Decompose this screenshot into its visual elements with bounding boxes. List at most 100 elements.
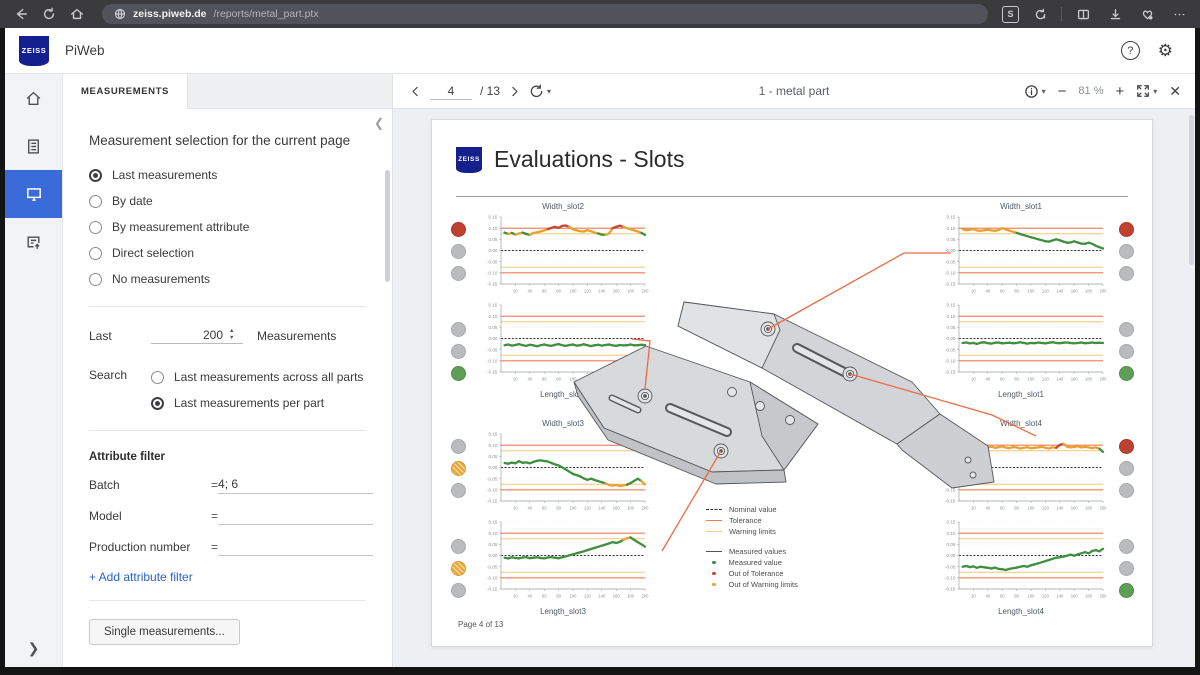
svg-text:60: 60 xyxy=(1000,506,1005,511)
status-dot-gray xyxy=(1119,266,1134,281)
svg-text:20: 20 xyxy=(971,506,976,511)
svg-text:160: 160 xyxy=(1071,594,1079,599)
sync-icon[interactable] xyxy=(1029,3,1051,25)
radio-icon[interactable] xyxy=(89,247,102,260)
info-icon[interactable]: ▾ xyxy=(1024,84,1046,99)
radio-icon[interactable] xyxy=(89,273,102,286)
filter-value-input[interactable] xyxy=(218,475,373,494)
svg-text:20: 20 xyxy=(971,289,976,294)
status-dot-gray xyxy=(451,439,466,454)
measurement-selection-option[interactable]: No measurements xyxy=(89,266,366,292)
chart-legend: Nominal valueToleranceWarning limitsMeas… xyxy=(706,504,798,590)
home-icon[interactable] xyxy=(66,3,88,25)
last-count-input[interactable] xyxy=(151,327,225,343)
chart-pair: Width_slot30.150.100.050.00-0.05-0.10-0.… xyxy=(474,419,652,619)
svg-text:0.05: 0.05 xyxy=(489,237,498,242)
legend-label: Warning limits xyxy=(729,527,776,536)
zoom-out-button[interactable]: − xyxy=(1058,83,1067,100)
favorites-icon[interactable] xyxy=(1136,3,1158,25)
radio-icon[interactable] xyxy=(151,397,164,410)
svg-text:60: 60 xyxy=(542,289,547,294)
canvas-scrollbar[interactable] xyxy=(1189,115,1194,265)
close-report-icon[interactable]: ✕ xyxy=(1169,83,1181,100)
more-menu-icon[interactable] xyxy=(1168,3,1190,25)
legend-item: Tolerance xyxy=(706,515,798,526)
status-dot-gray xyxy=(451,483,466,498)
address-bar[interactable]: zeiss.piweb.de/reports/metal_part.ptx xyxy=(102,4,988,24)
filter-value-input[interactable] xyxy=(218,506,373,525)
rail-home-icon[interactable] xyxy=(5,74,62,122)
extension-badge-icon[interactable]: S xyxy=(1002,6,1019,23)
zoom-in-button[interactable]: + xyxy=(1115,83,1124,100)
tab-measurements[interactable]: MEASUREMENTS xyxy=(63,74,188,109)
settings-gear-icon[interactable]: ⚙ xyxy=(1158,42,1173,59)
svg-text:120: 120 xyxy=(1042,506,1050,511)
svg-text:-0.15: -0.15 xyxy=(487,499,498,504)
svg-text:120: 120 xyxy=(584,289,592,294)
svg-text:200: 200 xyxy=(642,594,650,599)
page-number-input[interactable] xyxy=(430,83,472,100)
svg-text:160: 160 xyxy=(1071,506,1079,511)
report-zeiss-logo: ZEISS xyxy=(456,147,482,173)
back-icon[interactable] xyxy=(10,3,32,25)
help-icon[interactable]: ? xyxy=(1121,41,1140,60)
panel-scrollbar[interactable] xyxy=(385,170,390,282)
radio-icon[interactable] xyxy=(89,221,102,234)
selection-radio-group: Last measurements By date By measurement a… xyxy=(89,162,366,292)
single-measurements-button[interactable]: Single measurements... xyxy=(89,619,240,645)
svg-text:0.00: 0.00 xyxy=(489,248,498,253)
svg-text:160: 160 xyxy=(613,377,621,382)
svg-text:0.00: 0.00 xyxy=(947,553,956,558)
svg-text:-0.05: -0.05 xyxy=(487,347,498,352)
svg-text:200: 200 xyxy=(642,506,650,511)
rail-monitor-icon[interactable] xyxy=(5,170,62,218)
radio-icon[interactable] xyxy=(89,169,102,182)
status-dot-gray xyxy=(451,244,466,259)
svg-text:20: 20 xyxy=(513,594,518,599)
panel-tabbar: MEASUREMENTS xyxy=(63,74,392,109)
measurements-panel: MEASUREMENTS ❮ Measurement selection for… xyxy=(63,74,393,667)
fit-screen-icon[interactable]: ▾ xyxy=(1136,84,1157,98)
chart-pair: Width_slot20.150.100.050.00-0.05-0.10-0.… xyxy=(474,202,652,402)
chart-label: Length_slot3 xyxy=(474,607,652,619)
status-dots-column xyxy=(1114,202,1138,402)
rail-reports-icon[interactable] xyxy=(5,122,62,170)
panel-collapse-chevron-icon[interactable]: ❮ xyxy=(374,116,384,130)
legend-label: Out of Tolerance xyxy=(729,569,784,578)
prev-page-icon[interactable] xyxy=(409,85,422,98)
svg-text:200: 200 xyxy=(1100,594,1108,599)
traffic-light-length_slot2 xyxy=(446,301,470,401)
svg-text:-0.05: -0.05 xyxy=(945,564,956,569)
svg-text:-0.05: -0.05 xyxy=(945,259,956,264)
radio-label: By date xyxy=(112,194,153,208)
rail-expand-chevron-icon[interactable]: ❯ xyxy=(5,640,62,657)
download-icon[interactable] xyxy=(1104,3,1126,25)
add-attribute-filter-link[interactable]: + Add attribute filter xyxy=(89,570,193,584)
info-caret-icon: ▾ xyxy=(1042,87,1046,96)
svg-text:-0.10: -0.10 xyxy=(945,271,956,276)
reload-icon[interactable] xyxy=(38,3,60,25)
radio-icon[interactable] xyxy=(89,195,102,208)
measurement-selection-option[interactable]: By date xyxy=(89,188,366,214)
url-path: /reports/metal_part.ptx xyxy=(214,8,319,20)
measurement-selection-option[interactable]: By measurement attribute xyxy=(89,214,366,240)
svg-text:0.10: 0.10 xyxy=(947,531,956,536)
refresh-icon[interactable]: ▾ xyxy=(529,84,551,99)
measurement-selection-option[interactable]: Direct selection xyxy=(89,240,366,266)
svg-text:0.05: 0.05 xyxy=(947,325,956,330)
radio-label: Last measurements xyxy=(112,168,217,182)
split-screen-icon[interactable] xyxy=(1072,3,1094,25)
svg-text:100: 100 xyxy=(1028,289,1036,294)
rail-publish-icon[interactable] xyxy=(5,218,62,266)
spinner-icon[interactable]: ▲▼ xyxy=(225,328,236,343)
chart-label: Length_slot1 xyxy=(932,390,1110,402)
filter-value-input[interactable] xyxy=(218,537,373,556)
radio-icon[interactable] xyxy=(151,371,164,384)
measurement-selection-option[interactable]: Last measurements xyxy=(89,162,366,188)
svg-text:200: 200 xyxy=(642,289,650,294)
search-scope-option[interactable]: Last measurements per part xyxy=(151,390,363,416)
next-page-icon[interactable] xyxy=(508,85,521,98)
chart-quadrant: Width_slot20.150.100.050.00-0.05-0.10-0.… xyxy=(446,202,652,402)
search-scope-option[interactable]: Last measurements across all parts xyxy=(151,364,363,390)
traffic-light-width_slot4 xyxy=(1114,419,1138,518)
